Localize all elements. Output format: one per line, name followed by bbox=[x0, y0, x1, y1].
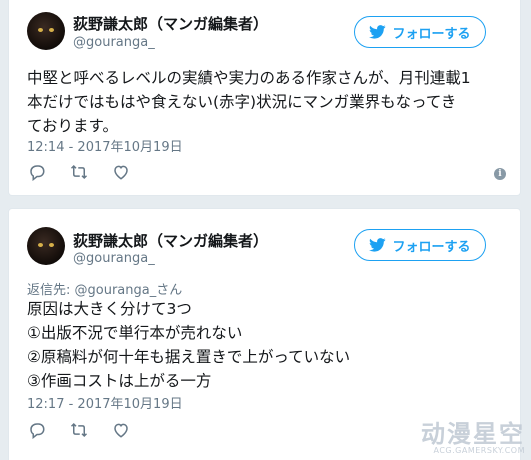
avatar[interactable] bbox=[27, 12, 65, 50]
follow-button[interactable]: フォローする bbox=[354, 229, 486, 261]
avatar-eye bbox=[49, 243, 54, 247]
retweet-icon[interactable] bbox=[69, 421, 89, 439]
author-display-name[interactable]: 荻野謙太郎（マンガ編集者） bbox=[73, 230, 268, 251]
author-handle[interactable]: @gouranga_ bbox=[73, 35, 155, 50]
tweet-actions bbox=[27, 163, 131, 181]
tweet-text-line: ①出版不況で単行本が売れない bbox=[27, 324, 243, 342]
tweet-actions bbox=[27, 421, 131, 439]
reply-icon[interactable] bbox=[27, 421, 47, 439]
avatar-eye bbox=[49, 28, 54, 32]
retweet-icon[interactable] bbox=[69, 163, 89, 181]
twitter-bird-icon bbox=[369, 238, 387, 252]
avatar-eye bbox=[38, 243, 43, 247]
avatar-eye bbox=[38, 28, 43, 32]
like-icon[interactable] bbox=[111, 163, 131, 181]
tweet-text: 中堅と呼べるレベルの実績や実力のある作家さんが、月刊連載1 本だけではもはや食え… bbox=[27, 66, 512, 138]
tweet-card: 荻野謙太郎（マンガ編集者） @gouranga_ フォローする 中堅と呼べるレベ… bbox=[8, 0, 521, 196]
tweet-text-line: ております。 bbox=[27, 117, 118, 135]
follow-button-label: フォローする bbox=[392, 26, 471, 42]
avatar[interactable] bbox=[27, 227, 65, 265]
tweet-timestamp[interactable]: 12:14 - 2017年10月19日 bbox=[27, 136, 183, 155]
like-icon[interactable] bbox=[111, 421, 131, 439]
tweet-timestamp[interactable]: 12:17 - 2017年10月19日 bbox=[27, 393, 183, 412]
twitter-bird-icon bbox=[369, 25, 387, 39]
tweet-text-line: 中堅と呼べるレベルの実績や実力のある作家さんが、月刊連載1 bbox=[27, 69, 471, 87]
follow-button-label: フォローする bbox=[392, 239, 471, 255]
author-handle[interactable]: @gouranga_ bbox=[73, 251, 155, 266]
author-display-name[interactable]: 荻野謙太郎（マンガ編集者） bbox=[73, 13, 268, 34]
tweet-card: 荻野謙太郎（マンガ編集者） @gouranga_ フォローする 返信先: @go… bbox=[8, 208, 521, 460]
reply-icon[interactable] bbox=[27, 163, 47, 181]
info-icon[interactable]: i bbox=[494, 168, 506, 180]
tweet-text-line: ③作画コストは上がる一方 bbox=[27, 372, 212, 390]
follow-button[interactable]: フォローする bbox=[354, 16, 486, 48]
tweet-text-line: 原因は大きく分けて3つ bbox=[27, 300, 192, 318]
tweet-text-line: ②原稿料が何十年も据え置きで上がっていない bbox=[27, 348, 351, 366]
tweet-text: 原因は大きく分けて3つ ①出版不況で単行本が売れない ②原稿料が何十年も据え置き… bbox=[27, 297, 512, 393]
reply-to-label[interactable]: 返信先: @gouranga_さん bbox=[27, 279, 182, 298]
tweet-text-line: 本だけではもはや食えない(赤字)状況にマンガ業界もなってき bbox=[27, 93, 457, 111]
